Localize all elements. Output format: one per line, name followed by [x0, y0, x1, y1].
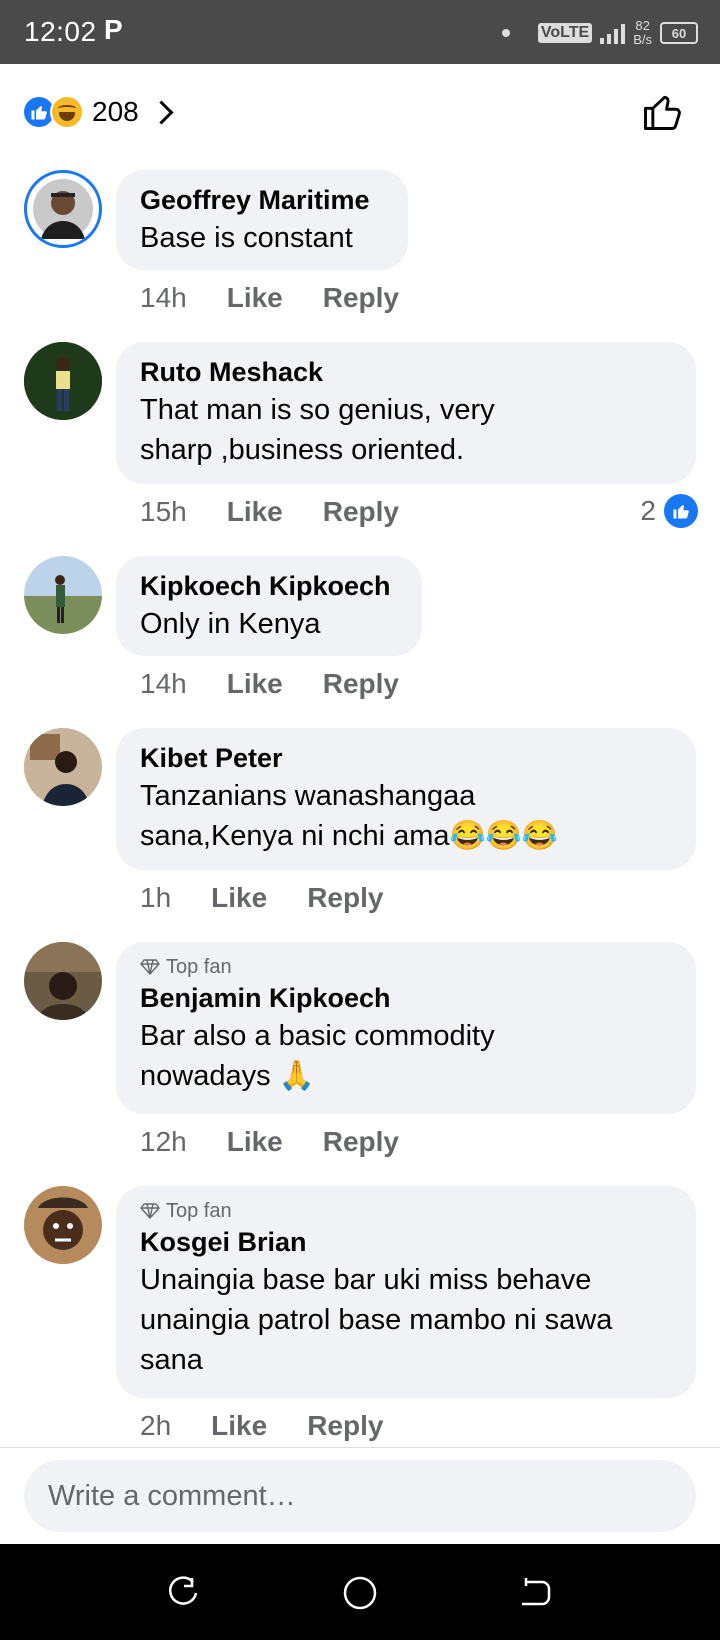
comment-time: 14h	[140, 668, 187, 699]
comment-text: Bar also a basic commodity nowadays 🙏	[140, 1020, 495, 1092]
notification-dot-icon	[501, 29, 510, 37]
avatar[interactable]	[24, 342, 102, 420]
reply-button[interactable]: Reply	[323, 282, 399, 314]
like-button[interactable]: Like	[227, 496, 283, 528]
comment-text: Only in Kenya	[140, 608, 321, 640]
comment-text: Unaingia base bar uki miss behave unaing…	[140, 1264, 613, 1376]
reactions-summary[interactable]: 208	[22, 88, 174, 136]
comment-author[interactable]: Benjamin Kipkoech	[140, 980, 672, 1016]
reaction-count: 208	[92, 96, 139, 127]
comment-likes[interactable]: 2	[640, 494, 698, 528]
reply-button[interactable]: Reply	[323, 668, 399, 700]
status-time: 12:02	[24, 16, 97, 47]
net-speed-value: 82	[635, 18, 650, 33]
comment-time: 15h	[140, 496, 187, 527]
status-bar: 12:02 P VoLTE 82 B/s 60	[0, 0, 720, 64]
comment-author[interactable]: Kibet Peter	[140, 740, 672, 776]
avatar[interactable]	[24, 728, 102, 806]
battery-icon: 60	[660, 22, 698, 44]
top-fan-badge: Top fan	[140, 1198, 672, 1224]
write-comment-input[interactable]: Write a comment…	[24, 1460, 696, 1532]
haha-reaction-icon	[50, 95, 84, 129]
comment-like-count: 2	[640, 495, 656, 526]
net-speed: 82 B/s	[633, 19, 652, 47]
like-button[interactable]: Like	[227, 668, 283, 700]
comment-bubble: Kipkoech Kipkoech Only in Kenya	[116, 556, 422, 656]
comment-time: 2h	[140, 1410, 172, 1441]
top-fan-label: Top fan	[166, 1200, 232, 1222]
chevron-right-icon[interactable]	[149, 99, 174, 125]
avatar[interactable]	[24, 1186, 102, 1264]
diamond-icon	[140, 959, 160, 975]
comment-time: 14h	[140, 282, 187, 313]
signal-icon	[600, 22, 626, 44]
comment-meta: 12h Like Reply	[140, 1126, 399, 1158]
like-button[interactable]: Like	[211, 1410, 267, 1442]
comment-meta: 15h Like Reply	[140, 496, 399, 528]
comment-text: Base is constant	[140, 222, 353, 254]
like-badge-icon	[664, 494, 698, 528]
comment-bubble: Geoffrey Maritime Base is constant	[116, 170, 408, 270]
avatar[interactable]	[24, 942, 102, 1020]
recent-apps-icon[interactable]	[166, 1576, 200, 1610]
status-indicators: VoLTE 82 B/s 60	[501, 18, 698, 48]
comment-author[interactable]: Kipkoech Kipkoech	[140, 568, 398, 604]
comment-bubble: Ruto Meshack That man is so genius, very…	[116, 342, 696, 484]
app-notification-icon: P	[104, 14, 123, 45]
top-fan-label: Top fan	[166, 956, 232, 978]
thumbs-up-outline-icon[interactable]	[640, 90, 684, 134]
like-button[interactable]: Like	[227, 1126, 283, 1158]
comment-text: Tanzanians wanashangaa sana,Kenya ni nch…	[140, 780, 558, 852]
avatar[interactable]	[24, 170, 102, 248]
comment-meta: 1h Like Reply	[140, 882, 383, 914]
comment-author[interactable]: Ruto Meshack	[140, 354, 672, 390]
reply-button[interactable]: Reply	[307, 882, 383, 914]
comment-author[interactable]: Kosgei Brian	[140, 1224, 672, 1260]
comment-meta: 14h Like Reply	[140, 282, 399, 314]
reply-button[interactable]: Reply	[323, 496, 399, 528]
diamond-icon	[140, 1203, 160, 1219]
comment-time: 12h	[140, 1126, 187, 1157]
back-icon[interactable]	[518, 1576, 552, 1610]
system-nav-bar	[0, 1544, 720, 1640]
comment-bubble: Kibet Peter Tanzanians wanashangaa sana,…	[116, 728, 696, 870]
comment-meta: 14h Like Reply	[140, 668, 399, 700]
reply-button[interactable]: Reply	[307, 1410, 383, 1442]
like-button[interactable]: Like	[211, 882, 267, 914]
home-icon[interactable]	[341, 1574, 379, 1612]
net-speed-unit: B/s	[633, 32, 652, 47]
comment-bubble: Top fan Benjamin Kipkoech Bar also a bas…	[116, 942, 696, 1114]
comment-meta: 2h Like Reply	[140, 1410, 383, 1442]
comment-author[interactable]: Geoffrey Maritime	[140, 182, 384, 218]
volte-icon: VoLTE	[537, 23, 593, 43]
comment-composer: Write a comment…	[0, 1447, 720, 1544]
comment-time: 1h	[140, 882, 172, 913]
top-fan-badge: Top fan	[140, 954, 672, 980]
like-button[interactable]: Like	[227, 282, 283, 314]
comment-bubble: Top fan Kosgei Brian Unaingia base bar u…	[116, 1186, 696, 1398]
comment-text: That man is so genius, very sharp ,busin…	[140, 394, 495, 466]
avatar[interactable]	[24, 556, 102, 634]
reply-button[interactable]: Reply	[323, 1126, 399, 1158]
